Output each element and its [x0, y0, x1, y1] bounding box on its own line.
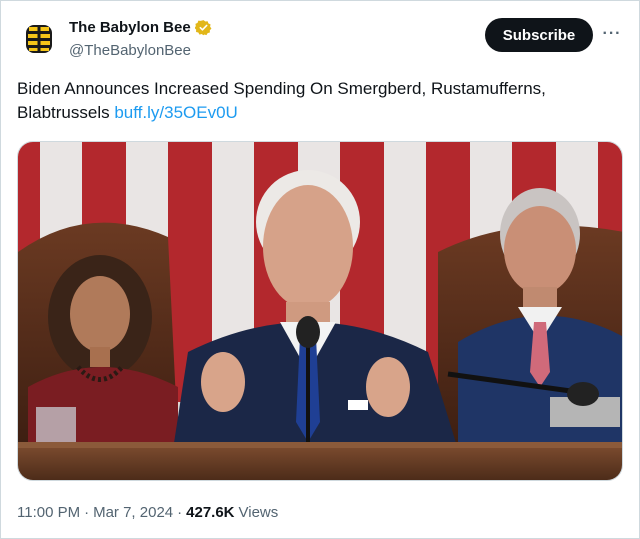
display-name[interactable]: The Babylon Bee — [69, 19, 191, 36]
tweet-time[interactable]: 11:00 PM — [17, 504, 80, 521]
name-row: The Babylon Bee — [69, 19, 212, 36]
tweet-meta: 11:00 PM · Mar 7, 2024 · 427.6K Views — [17, 504, 278, 521]
meta-separator: · — [177, 504, 183, 521]
bee-logo-icon[interactable] — [17, 17, 61, 61]
tweet-text: Biden Announces Increased Spending On Sm… — [17, 77, 617, 125]
photo-illustration — [18, 142, 622, 480]
tweet-card: The Babylon Bee @TheBabylonBee Subscribe… — [0, 0, 640, 539]
meta-separator: · — [84, 504, 90, 521]
more-options-icon[interactable]: ··· — [601, 22, 623, 46]
tweet-date[interactable]: Mar 7, 2024 — [93, 504, 173, 521]
tweet-link[interactable]: buff.ly/35OEv0U — [114, 103, 237, 122]
tweet-photo[interactable] — [17, 141, 623, 481]
verified-badge-icon[interactable] — [194, 19, 212, 36]
views-label: Views — [238, 504, 279, 521]
views-count: 427.6K — [186, 504, 235, 521]
tweet-body: Biden Announces Increased Spending On Sm… — [17, 79, 546, 122]
subscribe-button[interactable]: Subscribe — [485, 18, 593, 52]
account-handle[interactable]: @TheBabylonBee — [69, 42, 191, 59]
